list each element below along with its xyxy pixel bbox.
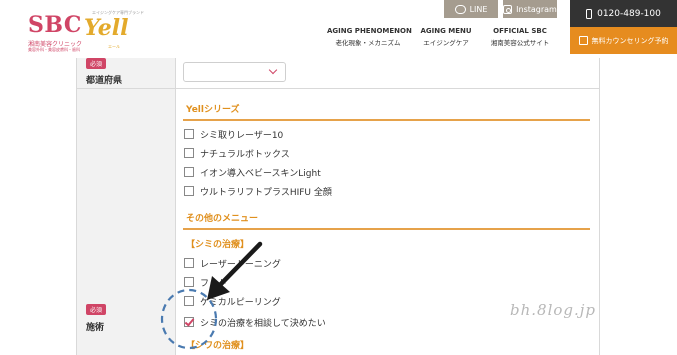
option-label: ナチュラルボトックス — [200, 149, 290, 160]
nav-aging-phenomenon[interactable]: AGING PHENOMENON 老化現象・メカニズム — [327, 27, 412, 47]
nav-official-sbc-en: OFFICIAL SBC — [493, 27, 547, 35]
checkbox[interactable] — [184, 277, 194, 287]
counseling-label: 無料カウンセリング予約 — [591, 36, 669, 45]
nav-aging-phenomenon-jp: 老化現象・メカニズム — [335, 39, 401, 47]
line-button[interactable]: LINE — [444, 0, 498, 18]
phone-number: 0120-489-100 — [597, 8, 661, 19]
logo-yell-sub: エール — [108, 44, 120, 49]
column-divider — [175, 58, 176, 355]
option-label: ケミカルピーリング — [200, 297, 281, 308]
option-label: イオン導入ベビースキンLight — [200, 168, 321, 179]
option-yell-3[interactable]: ウルトラリフトプラスHIFU 全顔 — [184, 185, 332, 198]
option-yell-2[interactable]: イオン導入ベビースキンLight — [184, 166, 321, 179]
site-header: SBC 湘南美容クリニック 美容外科・美容皮膚科・歯科 エイジングケア専門ブラン… — [0, 0, 677, 58]
nav-official-sbc-jp: 湘南美容公式サイト — [490, 39, 550, 47]
option-spots-0[interactable]: レーザートーニング — [184, 257, 281, 270]
subsection-title-wrinkles: 【シワの治療】 — [186, 341, 250, 351]
nav-official-sbc[interactable]: OFFICIAL SBC 湘南美容公式サイト — [482, 27, 558, 47]
logo-clinic-sub: 美容外科・美容皮膚科・歯科 — [28, 47, 80, 52]
option-spots-1[interactable]: フォト — [184, 276, 228, 289]
nav-aging-menu-en: AGING MENU — [420, 27, 472, 35]
option-label: シミ取りレーザー10 — [200, 130, 284, 141]
option-label: フォト — [200, 278, 228, 289]
other-menu-title: その他のメニュー — [186, 214, 259, 224]
nav-aging-menu[interactable]: AGING MENU エイジングケア — [418, 27, 474, 47]
line-icon — [454, 4, 466, 14]
site-logo[interactable]: SBC 湘南美容クリニック 美容外科・美容皮膚科・歯科 エイジングケア専門ブラン… — [22, 6, 152, 52]
instagram-icon — [503, 4, 513, 14]
phone-button[interactable]: 0120-489-100 — [570, 0, 677, 27]
checkbox[interactable] — [184, 258, 194, 268]
checkbox[interactable] — [184, 148, 194, 158]
treatment-label: 施術 — [86, 323, 105, 333]
line-label: LINE — [469, 4, 488, 14]
checkbox-checked[interactable] — [184, 317, 194, 327]
option-label: ウルトラリフトプラスHIFU 全顔 — [200, 187, 332, 198]
checkbox[interactable] — [184, 296, 194, 306]
option-label: レーザートーニング — [200, 259, 281, 270]
option-yell-1[interactable]: ナチュラルボトックス — [184, 147, 290, 160]
chevron-down-icon — [268, 65, 278, 75]
option-yell-0[interactable]: シミ取りレーザー10 — [184, 128, 284, 141]
checkbox[interactable] — [184, 129, 194, 139]
watermark: bh.8log.jp — [510, 301, 597, 319]
option-label: シミの治療を相談して決めたい — [200, 318, 326, 329]
option-spots-2[interactable]: ケミカルピーリング — [184, 295, 281, 308]
option-spots-3[interactable]: シミの治療を相談して決めたい — [184, 316, 326, 329]
logo-sbc-text: SBC — [28, 12, 82, 38]
subsection-title-spots: 【シミの治療】 — [186, 240, 250, 250]
phone-icon — [586, 8, 593, 19]
row-divider — [77, 88, 600, 89]
required-badge: 必須 — [86, 304, 106, 315]
instagram-label: Instagram — [516, 4, 557, 14]
required-badge: 必須 — [86, 58, 106, 69]
instagram-button[interactable]: Instagram — [503, 0, 557, 18]
checkbox[interactable] — [184, 186, 194, 196]
counseling-reservation-button[interactable]: 無料カウンセリング予約 — [570, 27, 677, 54]
yell-series-title: Yellシリーズ — [186, 105, 240, 115]
logo-yell-text: Yell — [84, 15, 129, 41]
checkbox[interactable] — [184, 167, 194, 177]
section-divider — [183, 228, 590, 230]
section-divider — [183, 119, 590, 121]
prefecture-label: 都道府県 — [86, 76, 123, 86]
nav-aging-phenomenon-en: AGING PHENOMENON — [327, 27, 412, 35]
nav-aging-menu-jp: エイジングケア — [423, 39, 469, 47]
prefecture-select[interactable] — [183, 62, 286, 82]
calendar-icon — [578, 36, 588, 45]
